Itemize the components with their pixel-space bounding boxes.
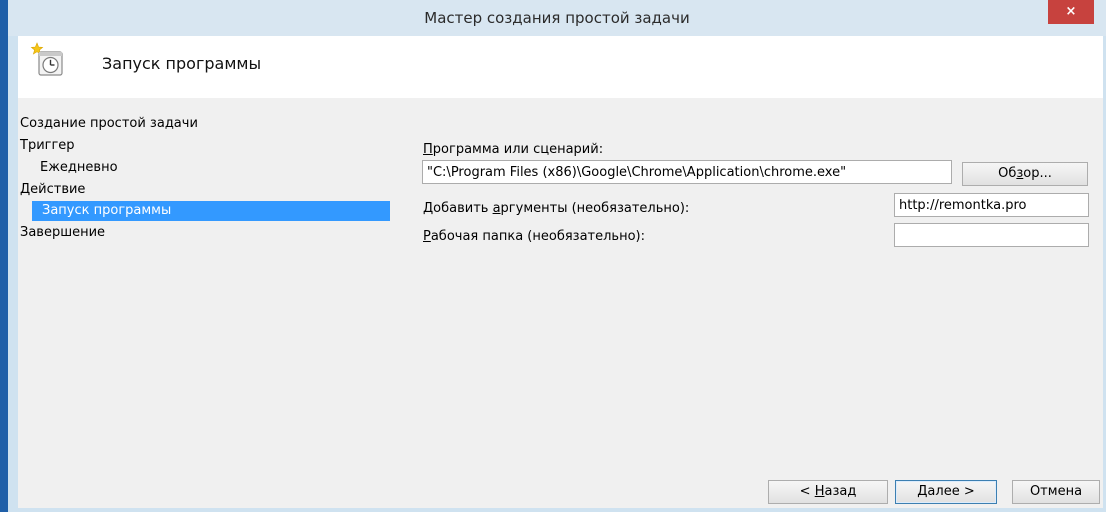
- arguments-input[interactable]: [894, 193, 1089, 217]
- cancel-button[interactable]: Отмена: [1012, 480, 1100, 504]
- clock-task-icon: [30, 42, 63, 76]
- title-bar[interactable]: Мастер создания простой задачи ×: [8, 0, 1106, 36]
- step-create-task[interactable]: Создание простой задачи: [20, 114, 198, 134]
- close-icon: ×: [1065, 4, 1077, 19]
- step-finish[interactable]: Завершение: [20, 223, 105, 243]
- wizard-client-area: Запуск программы Создание простой задачи…: [18, 36, 1103, 508]
- wizard-header: Запуск программы: [18, 36, 1103, 98]
- step-trigger[interactable]: Триггер: [20, 136, 75, 156]
- program-label: Программа или сценарий:: [423, 142, 604, 157]
- working-folder-label: Рабочая папка (необязательно):: [423, 229, 645, 244]
- arguments-label: Добавить аргументы (необязательно):: [423, 201, 690, 216]
- program-path-input[interactable]: [422, 160, 952, 184]
- browse-button[interactable]: Обзор...: [962, 162, 1088, 186]
- wizard-steps-sidebar: Создание простой задачи Триггер Ежедневн…: [18, 98, 403, 508]
- next-button[interactable]: Далее >: [895, 480, 997, 504]
- step-action[interactable]: Действие: [20, 180, 85, 200]
- step-daily[interactable]: Ежедневно: [40, 158, 118, 178]
- close-button[interactable]: ×: [1048, 0, 1094, 24]
- back-button[interactable]: < Назад: [768, 480, 888, 504]
- step-start-program[interactable]: Запуск программы: [32, 201, 390, 221]
- window-title: Мастер создания простой задачи: [424, 9, 690, 27]
- working-folder-input[interactable]: [894, 223, 1089, 247]
- wizard-window: Мастер создания простой задачи × Запуск …: [8, 0, 1106, 512]
- page-title: Запуск программы: [102, 54, 262, 73]
